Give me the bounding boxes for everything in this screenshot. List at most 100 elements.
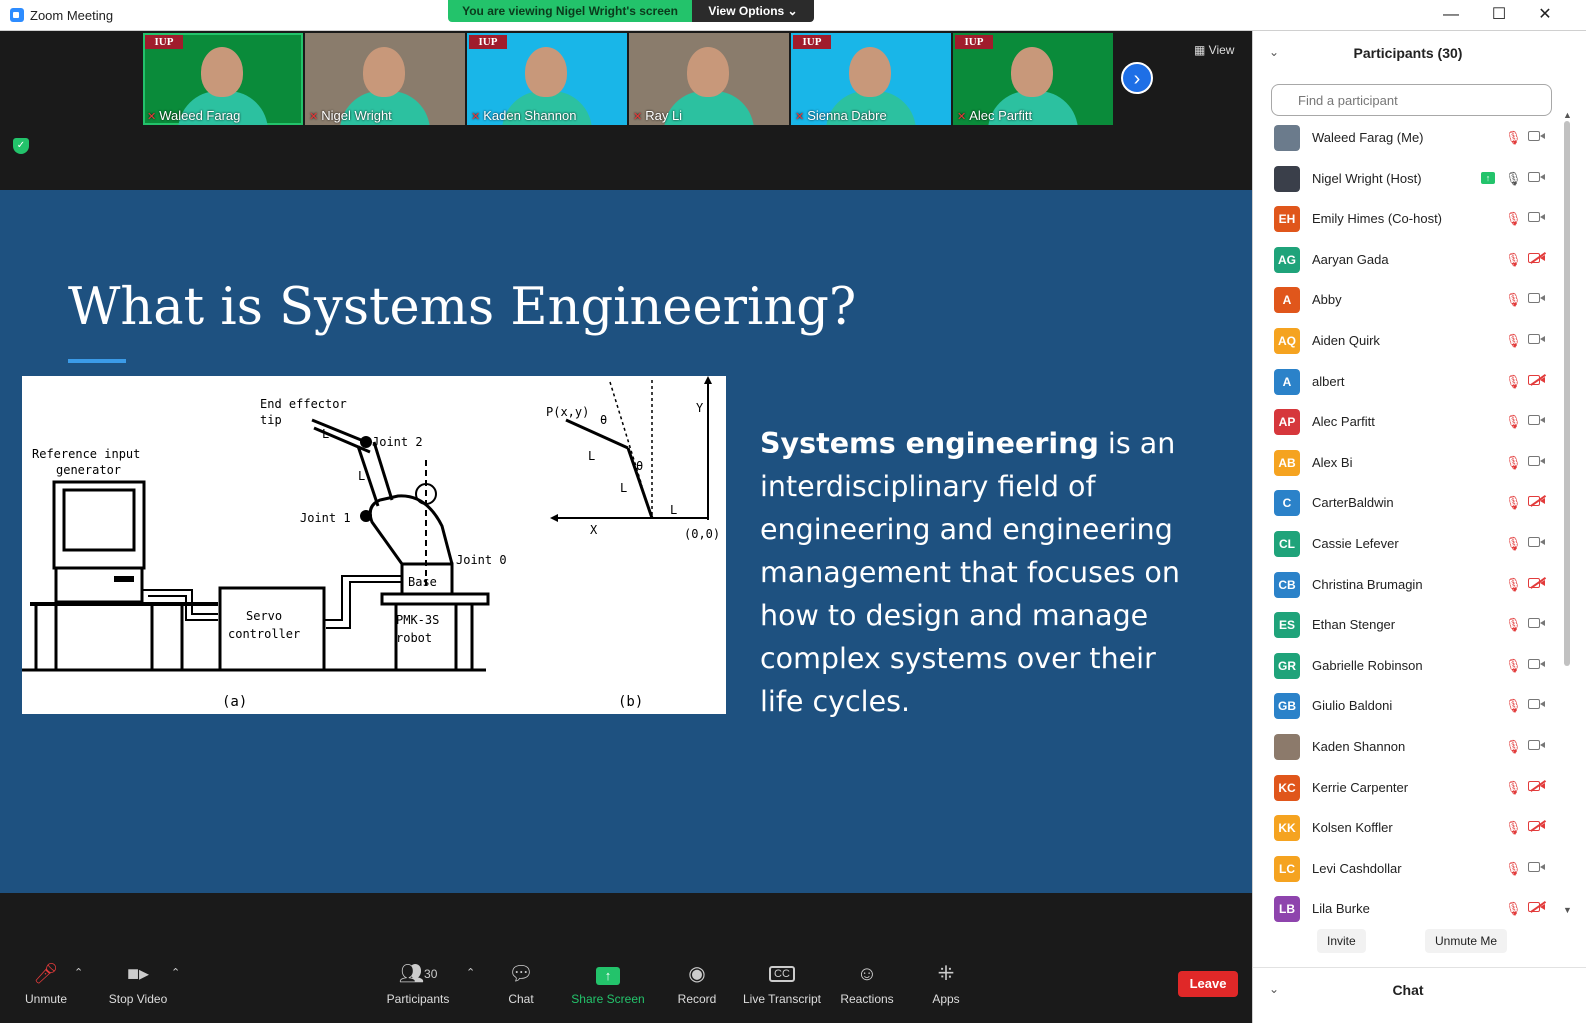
participant-row[interactable]: KK Kolsen Koffler 🎙︎ [1253,808,1563,849]
video-camera-icon[interactable] [1528,657,1546,671]
view-options-button[interactable]: View Options ⌄ [692,0,814,22]
reactions-button[interactable]: ☺ Reactions [838,960,896,1006]
video-thumbnail[interactable]: ✕ Ray Li [629,33,789,125]
fig-label-origin: (0,0) [684,527,720,541]
muted-microphone-icon[interactable]: 🎙︎ [1505,739,1522,755]
participant-row[interactable]: C CarterBaldwin 🎙︎ [1253,483,1563,524]
video-camera-icon[interactable] [1528,738,1546,752]
next-page-button[interactable]: › [1121,62,1153,94]
video-camera-icon[interactable] [1528,454,1546,468]
participant-row[interactable]: GR Gabrielle Robinson 🎙︎ [1253,646,1563,687]
muted-microphone-icon[interactable]: 🎙︎ [1505,495,1522,511]
muted-microphone-icon[interactable]: 🎙︎ [1505,333,1522,349]
invite-button[interactable]: Invite [1317,929,1366,953]
live-transcript-button[interactable]: CC Live Transcript [742,960,822,1006]
record-button[interactable]: ◉ Record [674,960,720,1006]
muted-microphone-icon[interactable]: 🎙︎ [1505,658,1522,674]
muted-microphone-icon[interactable]: 🎙︎ [1505,901,1522,917]
muted-microphone-icon[interactable]: 🎙︎ [1505,292,1522,308]
muted-microphone-icon[interactable]: 🎙︎ [1505,577,1522,593]
participants-options-caret[interactable]: ⌃ [466,966,475,979]
muted-microphone-icon[interactable]: 🎙︎ [1505,130,1522,146]
muted-microphone-icon[interactable]: 🎙︎ [1505,820,1522,836]
video-off-icon[interactable] [1528,900,1546,914]
viewing-screen-banner: You are viewing Nigel Wright's screen [448,0,692,22]
participant-row[interactable]: KC Kerrie Carpenter 🎙︎ [1253,768,1563,809]
maximize-button[interactable]: ☐ [1484,4,1514,26]
unmute-me-button[interactable]: Unmute Me [1425,929,1508,953]
participant-row[interactable]: EH Emily Himes (Co-host) 🎙︎ [1253,199,1563,240]
audio-options-caret[interactable]: ⌃ [74,966,83,979]
participant-name: Emily Himes (Co-host) [1312,211,1443,227]
video-off-icon[interactable] [1528,373,1546,387]
participant-row[interactable]: ES Ethan Stenger 🎙︎ [1253,605,1563,646]
participant-row[interactable]: LB Lila Burke 🎙︎ [1253,889,1563,924]
muted-microphone-icon[interactable]: 🎙︎ [1505,414,1522,430]
avatar: C [1274,490,1300,517]
video-camera-icon[interactable] [1528,210,1546,224]
chat-button[interactable]: 💬︎ Chat [500,960,542,1006]
leave-button[interactable]: Leave [1178,971,1238,997]
video-thumbnail[interactable]: IUP ✕ Alec Parfitt [953,33,1113,125]
muted-microphone-icon[interactable]: 🎙︎ [1505,252,1522,268]
muted-microphone-icon[interactable]: 🎙︎ [1505,536,1522,552]
muted-microphone-icon[interactable]: 🎙︎ [1505,861,1522,877]
muted-microphone-icon[interactable]: 🎙︎ [1505,374,1522,390]
video-camera-icon[interactable] [1528,860,1546,874]
find-participant-input[interactable] [1271,84,1552,116]
participant-row[interactable]: AP Alec Parfitt 🎙︎ [1253,402,1563,443]
muted-microphone-icon[interactable]: 🎙︎ [1505,617,1522,633]
video-options-caret[interactable]: ⌃ [171,966,180,979]
view-button[interactable]: ▦ View [1194,43,1234,57]
live-transcript-label: Live Transcript [742,992,822,1006]
video-off-icon[interactable] [1528,251,1546,265]
minimize-button[interactable]: — [1436,4,1466,26]
participant-row[interactable]: A Abby 🎙︎ [1253,280,1563,321]
apps-button[interactable]: ⁜ Apps [926,960,966,1006]
chat-section-header[interactable]: ⌄ Chat [1253,967,1586,1023]
encryption-shield-icon[interactable]: ✓ [13,138,29,154]
video-camera-icon[interactable] [1528,332,1546,346]
video-camera-icon[interactable] [1528,170,1546,184]
close-button[interactable]: ✕ [1530,4,1560,26]
video-off-icon[interactable] [1528,779,1546,793]
meeting-area: IUP ✕ Waleed Farag ✕ Nigel Wright IUP ✕ Kaden S… [0,31,1264,1023]
fig-label-tip: tip [260,413,282,427]
video-camera-icon[interactable] [1528,413,1546,427]
video-camera-icon[interactable] [1528,291,1546,305]
participant-row[interactable]: Waleed Farag (Me) 🎙︎ [1253,118,1563,159]
scroll-up-arrow[interactable]: ▲ [1563,110,1572,120]
stop-video-button[interactable]: ■▸ Stop Video [104,960,172,1006]
participant-row[interactable]: CB Christina Brumagin 🎙︎ [1253,565,1563,606]
participant-row[interactable]: CL Cassie Lefever 🎙︎ [1253,524,1563,565]
muted-microphone-icon[interactable]: 🎙︎ [1505,455,1522,471]
video-camera-icon[interactable] [1528,616,1546,630]
video-camera-icon[interactable] [1528,129,1546,143]
video-off-icon[interactable] [1528,494,1546,508]
participant-row[interactable]: AQ Aiden Quirk 🎙︎ [1253,321,1563,362]
video-off-icon[interactable] [1528,576,1546,590]
video-camera-icon[interactable] [1528,535,1546,549]
video-thumbnail[interactable]: IUP ✕ Waleed Farag [143,33,303,125]
share-screen-button[interactable]: ↑ Share Screen [570,960,646,1006]
microphone-icon[interactable]: 🎙︎ [1505,171,1522,187]
participant-row[interactable]: AB Alex Bi 🎙︎ [1253,443,1563,484]
video-off-icon[interactable] [1528,819,1546,833]
video-thumbnail[interactable]: IUP ✕ Kaden Shannon [467,33,627,125]
participant-row[interactable]: Kaden Shannon 🎙︎ [1253,727,1563,768]
muted-microphone-icon[interactable]: 🎙︎ [1505,698,1522,714]
participants-button[interactable]: 👥︎30 Participants [384,960,452,1006]
participant-row[interactable]: Nigel Wright (Host) ↑ 🎙︎ [1253,159,1563,200]
muted-microphone-icon[interactable]: 🎙︎ [1505,211,1522,227]
video-thumbnail[interactable]: ✕ Nigel Wright [305,33,465,125]
scroll-down-arrow[interactable]: ▼ [1563,905,1572,915]
participant-row[interactable]: AG Aaryan Gada 🎙︎ [1253,240,1563,281]
video-camera-icon[interactable] [1528,697,1546,711]
participant-list-scrollbar[interactable] [1564,121,1570,666]
video-thumbnail[interactable]: IUP ✕ Sienna Dabre [791,33,951,125]
participant-row[interactable]: Aalbert 🎙︎ [1253,362,1563,403]
muted-microphone-icon[interactable]: 🎙︎ [1505,780,1522,796]
unmute-button[interactable]: 🎤︎ Unmute [20,960,72,1006]
participant-row[interactable]: GB Giulio Baldoni 🎙︎ [1253,686,1563,727]
participant-row[interactable]: LC Levi Cashdollar 🎙︎ [1253,849,1563,890]
